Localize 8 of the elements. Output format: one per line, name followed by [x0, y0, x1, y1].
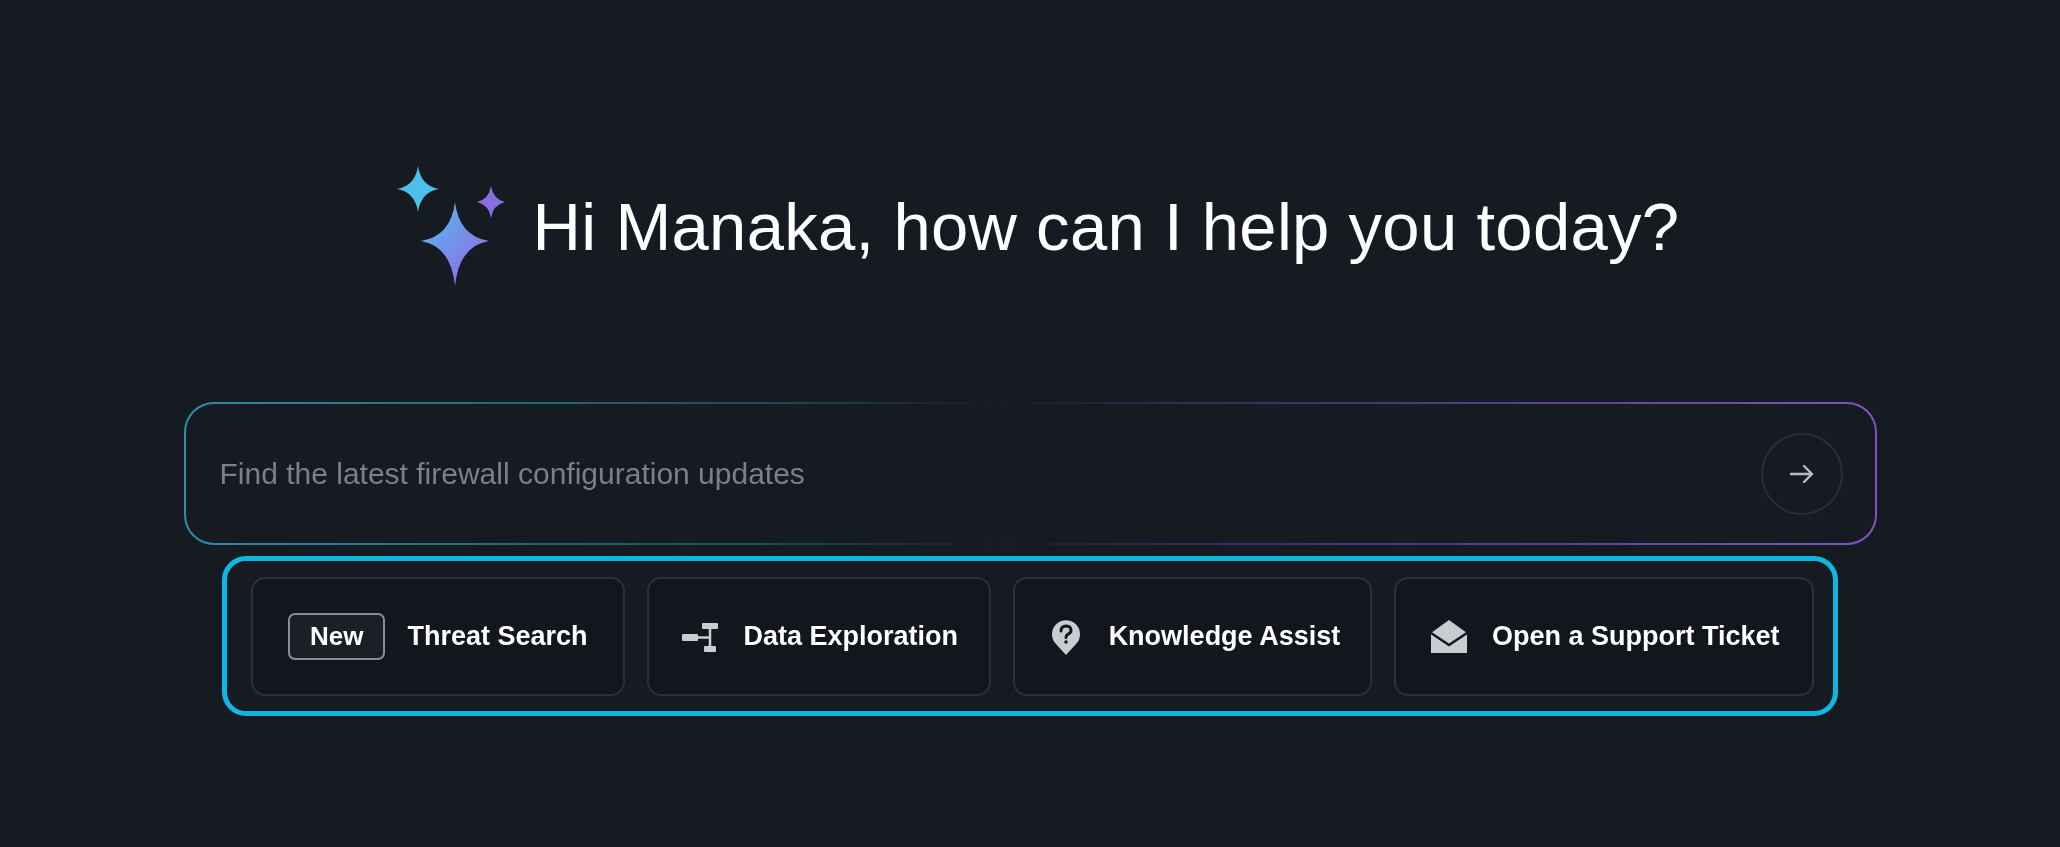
input-field[interactable]: Find the latest firewall configuration updates	[219, 404, 1761, 543]
quick-action-button[interactable]: Open a Support Ticket	[1393, 576, 1814, 696]
greeting-heading: Hi Manaka, how can I help you today?	[532, 187, 1680, 265]
new-badge: New	[287, 612, 386, 660]
quick-action-button[interactable]: Data Exploration	[646, 576, 992, 696]
quick-action-button[interactable]: New Threat Search	[251, 576, 625, 696]
quick-action-button[interactable]: Knowledge Assist	[1013, 576, 1372, 696]
send-button[interactable]	[1760, 432, 1843, 515]
